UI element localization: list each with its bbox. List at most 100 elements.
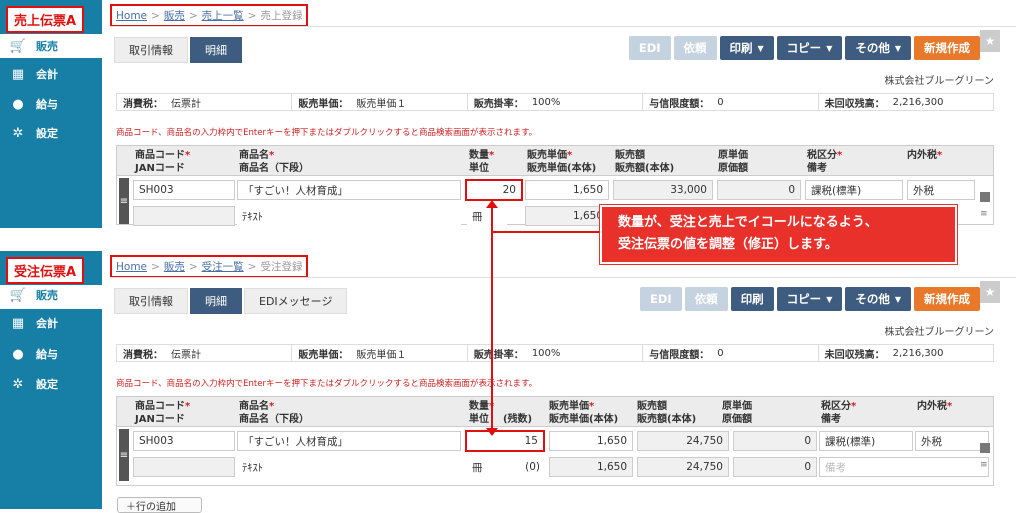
row-list-icon[interactable]: ≡ [980, 461, 990, 470]
breadcrumb: Home > 販売 > 受注一覧 > 受注登録 [110, 255, 309, 278]
notice-text: 商品コード、商品名の入力枠内でEnterキーを押下またはダブルクリックすると商品… [116, 128, 538, 138]
unit-price-net-field: 1,650 [549, 457, 633, 477]
caret-down-icon: ▼ [826, 294, 833, 304]
cost-amount2-field: 0 [733, 457, 817, 477]
tab-transaction[interactable]: 取引情報 [114, 37, 188, 63]
row-menu-icon[interactable] [980, 443, 990, 453]
star-icon[interactable]: ★ [980, 30, 1000, 52]
breadcrumb-home[interactable]: Home [116, 261, 147, 273]
breadcrumb-list[interactable]: 売上一覧 [202, 8, 244, 23]
notice-text: 商品コード、商品名の入力枠内でEnterキーを押下またはダブルクリックすると商品… [116, 379, 538, 389]
breadcrumb-current: 売上登録 [260, 10, 303, 22]
unit-field[interactable]: 冊 [467, 206, 507, 226]
product-name-field[interactable]: 「すごい！人材育成」 [237, 180, 461, 200]
sidebar-item-accounting[interactable]: ▦ 会計 [10, 64, 58, 84]
unit-price-net-field: 1,650 [525, 206, 609, 226]
product-name2-field[interactable]: ﾃｷｽﾄ [237, 457, 461, 477]
new-button[interactable]: 新規作成 [914, 36, 980, 60]
info-bar: 消費税： 伝票計 販売単価： 販売単価１ 販売掛率： 100% 与信限度額： 0 未回収… [116, 93, 994, 111]
other-button[interactable]: その他 ▼ [845, 36, 911, 60]
print-button[interactable]: 印刷 [730, 287, 774, 311]
jan-code-field[interactable] [133, 457, 235, 477]
star-icon[interactable]: ★ [980, 281, 1000, 303]
breadcrumb-sales[interactable]: 販売 [164, 259, 185, 274]
tab-edi-message[interactable]: EDIメッセージ [244, 288, 348, 314]
arrowhead-down-icon [486, 428, 498, 436]
row-list-icon[interactable]: ≡ [980, 210, 990, 219]
unit-price-field[interactable]: 1,650 [525, 180, 609, 200]
caret-down-icon: ▼ [757, 43, 764, 53]
money-bag-icon: ● [12, 346, 24, 362]
tax-category-select[interactable]: 課税(標準) [819, 431, 913, 451]
sales-amount-field: 33,000 [613, 180, 713, 200]
product-name2-field[interactable]: ﾃｷｽﾄ [237, 206, 461, 226]
copy-button[interactable]: コピー ▼ [776, 36, 843, 60]
tab-details[interactable]: 明細 [190, 288, 242, 314]
unit-price-field[interactable]: 1,650 [549, 431, 633, 451]
row-drag-handle[interactable]: ≡ [119, 429, 129, 481]
annotation-callout: 数量が、受注と売上でイコールになるよう、 受注伝票の値を調整（修正）します。 [599, 204, 958, 265]
main-content: Home > 販売 > 受注一覧 > 受注登録 取引情報 明細 EDIメッセージ ED… [102, 251, 1024, 509]
add-row-button[interactable]: ＋行の追加 [117, 497, 202, 513]
caret-down-icon: ▼ [894, 43, 901, 53]
sidebar-item-settings[interactable]: ✲ 設定 [10, 123, 58, 143]
jan-code-field[interactable] [133, 206, 235, 226]
sales-amount-field: 24,750 [637, 431, 729, 451]
tax-category-select[interactable]: 課税(標準) [805, 180, 903, 200]
product-code-field[interactable]: SH003 [133, 180, 235, 200]
sidebar-item-sales[interactable]: 🛒 販売 [10, 36, 58, 56]
sidebar-item-accounting[interactable]: ▦ 会計 [10, 313, 58, 333]
tab-details[interactable]: 明細 [190, 37, 242, 63]
toolbar: EDI 依頼 印刷 ▼ コピー ▼ その他 ▼ 新規作成 [628, 36, 980, 60]
calculator-icon: ▦ [11, 66, 25, 82]
cart-icon: 🛒 [9, 38, 27, 54]
annotation-connector [492, 231, 600, 233]
print-button[interactable]: 印刷 ▼ [719, 36, 774, 60]
sidebar: 🛒 販売 ▦ 会計 ● 給与 ✲ 設定 [0, 0, 102, 228]
slip-label: 売上伝票A [6, 6, 85, 33]
tax-inclusion-select[interactable]: 外税 [907, 180, 975, 200]
request-button[interactable]: 依頼 [684, 287, 728, 311]
row-drag-handle[interactable]: ≡ [119, 178, 129, 224]
request-button[interactable]: 依頼 [673, 36, 717, 60]
slip-label: 受注伝票A [6, 257, 85, 284]
tab-bar: 取引情報 明細 EDIメッセージ [114, 288, 349, 314]
tax-inclusion-select[interactable]: 外税 [915, 431, 989, 451]
product-code-field[interactable]: SH003 [133, 431, 235, 451]
breadcrumb-current: 受注登録 [260, 261, 303, 273]
row-menu-icon[interactable] [980, 192, 990, 202]
quantity-field[interactable]: 15 [465, 430, 545, 452]
detail-table: 商品コード*JANコード 商品名*商品名（下段） 数量*単位 (残数) 販売単価… [116, 396, 994, 486]
new-button[interactable]: 新規作成 [914, 287, 980, 311]
gear-icon: ✲ [12, 125, 24, 141]
sidebar-item-payroll[interactable]: ● 給与 [10, 94, 58, 114]
sales-amount-net-field: 24,750 [637, 457, 729, 477]
product-name-field[interactable]: 「すごい！人材育成」 [237, 431, 461, 451]
memo-field[interactable]: 備考 [819, 457, 989, 477]
other-button[interactable]: その他 ▼ [845, 287, 911, 311]
calculator-icon: ▦ [11, 315, 25, 331]
table-header: 商品コード* JANコード 商品名* 商品名（下段） 数量* 単位 販売単価* 販売単価… [117, 146, 993, 176]
quantity-field[interactable]: 20 [465, 179, 523, 201]
arrowhead-up-icon [486, 200, 498, 208]
sidebar-item-payroll[interactable]: ● 給与 [10, 344, 58, 364]
cost-amount-field: 0 [733, 431, 817, 451]
edi-button[interactable]: EDI [628, 36, 671, 60]
remaining-field: (0) [507, 457, 545, 477]
company-name: 株式会社ブルーグリーン [884, 76, 995, 87]
sidebar-item-sales[interactable]: 🛒 販売 [10, 285, 58, 305]
breadcrumb-home[interactable]: Home [116, 10, 147, 22]
edi-button[interactable]: EDI [640, 287, 682, 311]
caret-down-icon: ▼ [826, 43, 833, 53]
breadcrumb-sales[interactable]: 販売 [164, 8, 185, 23]
copy-button[interactable]: コピー ▼ [776, 287, 843, 311]
order-slip-panel: 🛒 販売 ▦ 会計 ● 給与 ✲ 設定 受注伝票A Home > 販売 > 受注一覧 > 受注… [0, 251, 1024, 509]
info-bar: 消費税： 伝票計 販売単価： 販売単価１ 販売掛率： 100% 与信限度額： 0 未回収… [116, 344, 994, 362]
tab-bar: 取引情報 明細 [114, 37, 244, 63]
unit-field[interactable]: 冊 [467, 457, 507, 477]
tab-transaction[interactable]: 取引情報 [114, 288, 188, 314]
caret-down-icon: ▼ [894, 294, 901, 304]
sidebar-item-settings[interactable]: ✲ 設定 [10, 374, 58, 394]
cart-icon: 🛒 [9, 287, 27, 303]
breadcrumb-list[interactable]: 受注一覧 [202, 259, 244, 274]
